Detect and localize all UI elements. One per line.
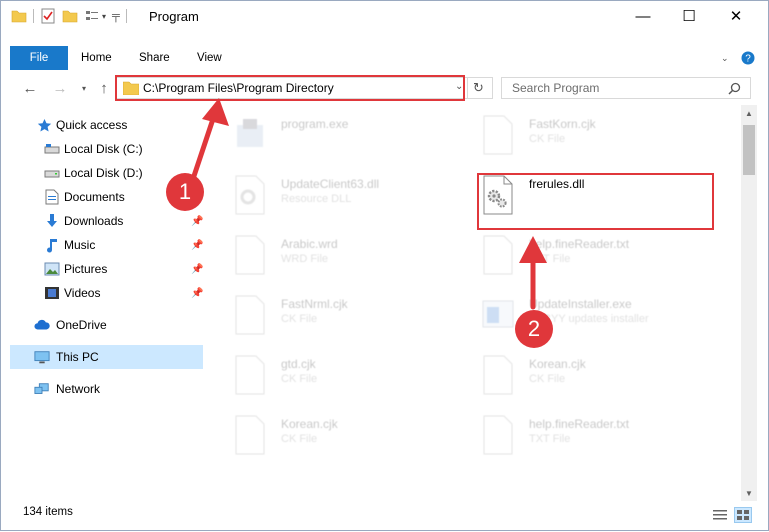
sidebar-item-pictures[interactable]: Pictures 📌 [10,257,203,281]
file-item[interactable]: program.exe [233,113,473,169]
details-view-icon[interactable] [711,507,729,523]
navigation-bar: ← → ▾ ↑ C:\Program Files\Program Directo… [1,73,768,103]
videos-icon [44,285,60,301]
file-item[interactable]: FastKorn.cjk CK File [481,113,721,169]
folder-icon[interactable] [11,8,27,24]
tab-home[interactable]: Home [81,46,112,70]
vertical-scrollbar[interactable]: ▲ ▼ [741,105,757,501]
download-icon [44,213,60,229]
tab-view[interactable]: View [197,46,222,70]
sidebar-item-music[interactable]: Music 📌 [10,233,203,257]
network-icon [34,381,50,397]
arrow-up-icon[interactable]: ↑ [93,77,115,99]
large-icons-view-icon[interactable] [734,507,752,523]
refresh-icon[interactable]: ↻ [473,80,484,96]
view-options-icon[interactable] [84,8,100,24]
scrollbar-thumb[interactable] [743,125,755,175]
step2-highlight-box [477,173,714,230]
scroll-up-arrow-icon[interactable]: ▲ [741,105,757,121]
sidebar-item-onedrive[interactable]: OneDrive [10,313,203,337]
scroll-down-arrow-icon[interactable]: ▼ [741,485,757,501]
file-list: program.exe FastKorn.cjk CK File UpdateC… [211,109,741,499]
title-bar: ▾ ╤ Program — ☐ ✕ [1,1,768,31]
documents-icon [44,189,60,205]
customize-toolbar-icon[interactable]: ▾ [102,12,106,21]
file-icon [235,235,265,275]
file-icon [483,115,513,155]
file-icon [235,355,265,395]
drive-icon [44,141,60,157]
sidebar-item-network[interactable]: Network [10,377,203,401]
pin-icon[interactable]: 📌 [191,216,203,227]
pin-icon[interactable]: 📌 [191,264,203,275]
file-item[interactable]: Arabic.wrd WRD File [233,233,473,289]
maximize-button[interactable]: ☐ [666,1,712,31]
properties-icon[interactable] [40,8,56,24]
pin-icon[interactable]: 📌 [191,240,203,251]
help-icon[interactable]: ? [741,46,755,70]
new-folder-icon[interactable] [62,8,78,24]
item-count: 134 items [23,506,73,518]
music-icon [44,237,60,253]
sidebar-item-local-disk-c[interactable]: Local Disk (C:) [10,137,203,161]
tab-share[interactable]: Share [139,46,170,70]
arrow-left-icon[interactable]: ← [19,77,41,99]
file-item[interactable]: help.fineReader.txt TXT File [481,413,721,469]
arrow-right-icon[interactable]: → [49,77,71,99]
chevron-down-icon[interactable]: ⌄ [721,46,729,70]
search-icon[interactable] [728,82,741,95]
drive-icon [44,165,60,181]
file-icon [235,415,265,455]
customize-toolbar-line-icon: ╤ [112,10,120,22]
sidebar-item-this-pc[interactable]: This PC [10,345,203,369]
file-item[interactable]: help.fineReader.txt TXT File [481,233,721,289]
tab-file[interactable]: File [10,46,68,70]
file-icon [483,355,513,395]
file-item[interactable]: gtd.cjk CK File [233,353,473,409]
file-item[interactable]: FastNrml.cjk CK File [233,293,473,349]
close-button[interactable]: ✕ [713,1,759,31]
file-icon [483,415,513,455]
navigation-pane: Quick access Local Disk (C:) Local Disk … [10,113,203,498]
recent-locations-chevron-icon[interactable]: ▾ [73,77,95,99]
file-icon [235,295,265,335]
step2-badge: 2 [515,310,553,348]
computer-icon [34,349,50,365]
gear-file-icon [235,175,265,215]
pictures-icon [44,261,60,277]
step1-highlight-box [115,75,465,101]
step1-badge: 1 [166,173,204,211]
minimize-button[interactable]: — [620,1,666,31]
search-placeholder: Search Program [512,81,600,95]
star-icon [36,117,52,133]
cloud-icon [34,317,50,333]
svg-text:?: ? [745,54,751,65]
status-bar: 134 items [1,501,768,530]
search-box[interactable]: Search Program [501,77,751,99]
window-title: Program [149,9,199,24]
quick-access-toolbar: ▾ ╤ [11,7,133,25]
sidebar-item-downloads[interactable]: Downloads 📌 [10,209,203,233]
file-item[interactable]: Korean.cjk CK File [481,353,721,409]
installer-icon [482,300,514,328]
sidebar-item-quick-access[interactable]: Quick access [10,113,203,137]
sidebar-item-videos[interactable]: Videos 📌 [10,281,203,305]
pin-icon[interactable]: 📌 [191,288,203,299]
file-item[interactable]: Korean.cjk CK File [233,413,473,469]
program-icon [237,119,263,147]
ribbon-tabs: File Home Share View ⌄ ? [1,46,768,70]
file-item[interactable]: UpdateClient63.dll Resource DLL [233,173,473,229]
file-icon [483,235,513,275]
explorer-window: ▾ ╤ Program — ☐ ✕ File Home Share View ⌄… [0,0,769,531]
